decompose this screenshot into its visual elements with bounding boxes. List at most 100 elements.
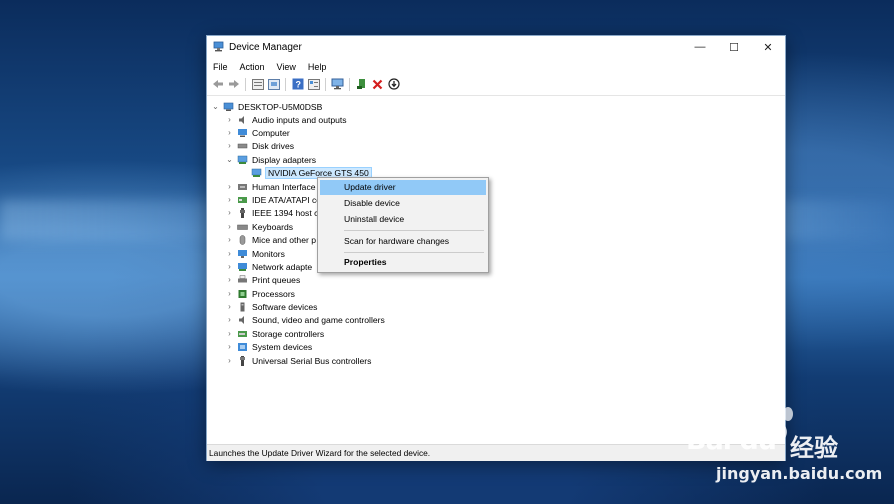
tree-item-label: Software devices xyxy=(252,301,318,312)
title-bar[interactable]: Device Manager — ☐ ✕ xyxy=(207,36,785,58)
tree-item-processors[interactable]: › Processors xyxy=(225,287,295,300)
menu-bar: File Action View Help xyxy=(207,60,785,74)
monitor-icon xyxy=(238,249,247,258)
tree-item-monitors[interactable]: › Monitors xyxy=(225,247,285,260)
toolbar-separator xyxy=(325,77,326,91)
chevron-down-icon[interactable]: ⌄ xyxy=(211,102,220,111)
chevron-right-icon[interactable]: › xyxy=(225,128,234,137)
menu-action[interactable]: Action xyxy=(234,60,271,74)
tree-item-usb[interactable]: › Universal Serial Bus controllers xyxy=(225,354,371,367)
tree-item-disk-drives[interactable]: › Disk drives xyxy=(225,139,294,152)
tree-item-keyboards[interactable]: › Keyboards xyxy=(225,220,293,233)
tree-item-storage[interactable]: › Storage controllers xyxy=(225,327,324,340)
printer-icon xyxy=(238,274,247,282)
tree-item-label: Network adapte xyxy=(252,261,313,272)
speaker-icon xyxy=(239,115,244,124)
chevron-right-icon[interactable]: › xyxy=(225,195,234,204)
tree-item-display-adapters[interactable]: ⌄ Display adapters xyxy=(225,153,316,166)
svg-text:?: ? xyxy=(295,80,301,90)
menu-view[interactable]: View xyxy=(271,60,302,74)
chevron-right-icon[interactable]: › xyxy=(225,182,234,191)
enable-device-icon[interactable] xyxy=(354,77,369,92)
back-arrow-icon[interactable] xyxy=(210,77,225,92)
ctx-scan-hardware[interactable]: Scan for hardware changes xyxy=(320,234,486,249)
tree-root[interactable]: ⌄ DESKTOP-U5M0DSB xyxy=(211,100,322,113)
chevron-right-icon[interactable]: › xyxy=(225,342,234,351)
system-device-icon xyxy=(238,342,247,351)
chevron-right-icon[interactable]: › xyxy=(225,262,234,271)
tree-item-label: Storage controllers xyxy=(252,328,325,339)
keyboard-icon xyxy=(237,224,248,230)
chevron-right-icon[interactable]: › xyxy=(225,329,234,338)
chevron-right-icon[interactable]: › xyxy=(225,249,234,258)
chevron-right-icon[interactable]: › xyxy=(225,222,234,231)
chevron-right-icon[interactable]: › xyxy=(225,141,234,150)
computer-list-icon[interactable] xyxy=(266,77,281,92)
chevron-right-icon[interactable]: › xyxy=(225,289,234,298)
chevron-right-icon[interactable]: › xyxy=(225,208,234,217)
update-driver-icon[interactable] xyxy=(386,77,401,92)
properties-grid-icon[interactable] xyxy=(250,77,265,92)
tree-item-software-devices[interactable]: › Software devices xyxy=(225,300,317,313)
network-icon xyxy=(238,262,247,271)
help-icon[interactable]: ? xyxy=(290,77,305,92)
hid-icon xyxy=(238,183,247,190)
tree-item-sound[interactable]: › Sound, video and game controllers xyxy=(225,313,385,326)
chevron-right-icon[interactable]: › xyxy=(225,115,234,124)
tree-item-label: System devices xyxy=(252,341,313,352)
monitor-scan-icon[interactable] xyxy=(330,77,345,92)
chevron-down-icon[interactable]: ⌄ xyxy=(225,155,234,164)
tree-item-label: Human Interface xyxy=(252,181,316,192)
tree-item-audio[interactable]: › Audio inputs and outputs xyxy=(225,113,346,126)
menu-help[interactable]: Help xyxy=(302,60,333,74)
device-view-icon[interactable] xyxy=(306,77,321,92)
tree-item-label: Print queues xyxy=(252,274,301,285)
toolbar-separator xyxy=(245,77,246,91)
tree-item-mice[interactable]: › Mice and other p xyxy=(225,233,316,246)
processor-icon xyxy=(238,289,247,298)
ctx-disable-device[interactable]: Disable device xyxy=(320,196,486,211)
chevron-right-icon[interactable]: › xyxy=(225,315,234,324)
desktop-computer-icon xyxy=(223,102,234,111)
forward-arrow-icon[interactable] xyxy=(226,77,241,92)
watermark-url: jingyan.baidu.com xyxy=(716,464,883,483)
chevron-right-icon[interactable]: › xyxy=(225,302,234,311)
tree-item-label: IDE ATA/ATAPI co xyxy=(252,194,322,205)
chevron-right-icon[interactable]: › xyxy=(225,275,234,284)
window-title: Device Manager xyxy=(229,42,302,53)
tree-item-print-queues[interactable]: › Print queues xyxy=(225,273,300,286)
tree-item-hid[interactable]: › Human Interface xyxy=(225,180,316,193)
ctx-separator xyxy=(344,252,484,253)
tree-item-label: Universal Serial Bus controllers xyxy=(252,355,372,366)
tree-item-label: Computer xyxy=(252,127,290,138)
tree-item-label: Sound, video and game controllers xyxy=(252,314,385,325)
sound-icon xyxy=(239,315,244,324)
device-tree: ⌄ DESKTOP-U5M0DSB › Audio inputs and out… xyxy=(207,95,785,446)
chevron-right-icon[interactable]: › xyxy=(225,356,234,365)
ctx-uninstall-device[interactable]: Uninstall device xyxy=(320,212,486,227)
toolbar: ? xyxy=(207,75,788,93)
maximize-button[interactable]: ☐ xyxy=(717,36,751,58)
software-device-icon xyxy=(240,302,245,311)
tree-item-computer[interactable]: › Computer xyxy=(225,126,290,139)
usb-icon xyxy=(240,355,245,366)
menu-file[interactable]: File xyxy=(207,60,234,74)
ctx-update-driver[interactable]: Update driver xyxy=(320,180,486,195)
minimize-button[interactable]: — xyxy=(683,36,717,58)
toolbar-separator xyxy=(285,77,286,91)
mouse-icon xyxy=(239,234,246,245)
device-manager-window: Device Manager — ☐ ✕ File Action View He… xyxy=(207,36,788,461)
chevron-right-icon[interactable]: › xyxy=(225,235,234,244)
tree-item-ide[interactable]: › IDE ATA/ATAPI co xyxy=(225,193,321,206)
uninstall-x-icon[interactable] xyxy=(370,77,385,92)
tree-item-system-devices[interactable]: › System devices xyxy=(225,340,312,353)
ieee1394-icon xyxy=(240,207,245,218)
tree-item-label: Disk drives xyxy=(252,140,295,151)
tree-item-network[interactable]: › Network adapte xyxy=(225,260,312,273)
tree-item-label: Display adapters xyxy=(252,154,317,165)
tree-item-ieee1394[interactable]: › IEEE 1394 host co xyxy=(225,206,323,219)
tree-item-label: Keyboards xyxy=(252,221,294,232)
watermark-logo: Bai du xyxy=(686,425,777,456)
close-button[interactable]: ✕ xyxy=(751,36,785,58)
ctx-properties[interactable]: Properties xyxy=(320,255,486,270)
